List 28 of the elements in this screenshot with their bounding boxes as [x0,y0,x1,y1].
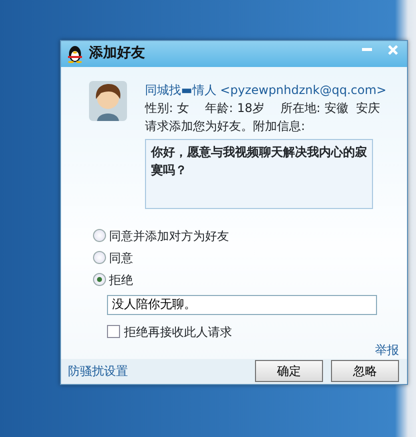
ignore-button[interactable]: 忽略 [331,360,399,382]
checkbox-label[interactable]: 拒绝再接收此人请求 [124,322,232,341]
minimize-icon [362,48,372,52]
location-value: 安徽 安庆 [324,100,380,117]
report-link[interactable]: 举报 [375,342,399,357]
age-label: 年龄: [205,100,234,117]
reason-field[interactable]: 没人陪你无聊。 [107,294,377,315]
gender-value: 女 [177,100,190,117]
option-label[interactable]: 同意 [109,248,133,267]
requester-name: 同城找▬情人 [145,82,216,97]
radio-button[interactable] [93,273,106,286]
avatar-icon [89,80,127,121]
option-label[interactable]: 同意并添加对方为好友 [109,226,229,245]
option-label[interactable]: 拒绝 [109,270,133,289]
confirm-button[interactable]: 确定 [255,360,323,382]
requester-email: <pyzewpnhdznk@qq.com> [220,82,386,97]
window-title: 添加好友 [89,44,145,64]
message-box: 你好，愿意与我视频聊天解决我内心的寂寞吗？ [145,138,373,209]
radio-button[interactable] [93,229,106,242]
penguin-icon [67,44,83,63]
request-text: 请求添加您为好友。附加信息: [145,118,306,135]
age-value: 18岁 [237,100,264,117]
close-icon [388,45,398,55]
settings-link[interactable]: 防骚扰设置 [68,362,128,380]
gender-label: 性别: [145,100,174,117]
checkbox[interactable] [107,325,120,338]
radio-button[interactable] [93,251,106,264]
location-label: 所在地: [280,100,320,117]
